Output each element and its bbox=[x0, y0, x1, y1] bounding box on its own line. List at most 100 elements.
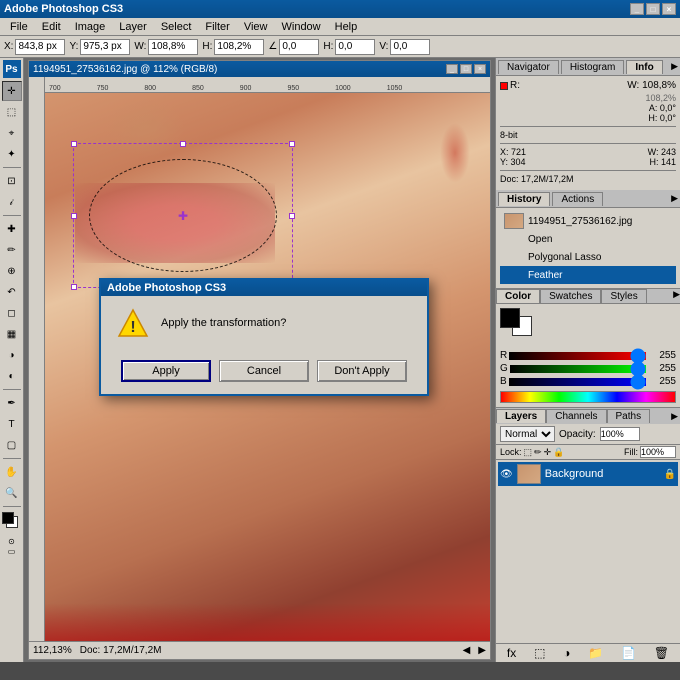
dont-apply-button[interactable]: Don't Apply bbox=[317, 360, 407, 382]
tab-history[interactable]: History bbox=[498, 192, 550, 206]
menu-filter[interactable]: Filter bbox=[199, 20, 235, 34]
handle-tl[interactable] bbox=[71, 141, 77, 147]
handle-mr[interactable] bbox=[289, 213, 295, 219]
tool-hand[interactable]: ✋ bbox=[2, 462, 22, 482]
handle-tr[interactable] bbox=[289, 141, 295, 147]
tool-gradient[interactable]: ▦ bbox=[2, 324, 22, 344]
tab-actions[interactable]: Actions bbox=[552, 192, 603, 206]
menu-select[interactable]: Select bbox=[155, 20, 198, 34]
lock-all-icon[interactable]: 🔒 bbox=[553, 447, 564, 458]
tool-pen[interactable]: ✒ bbox=[2, 393, 22, 413]
toolbar-separator-4 bbox=[3, 458, 21, 459]
menu-window[interactable]: Window bbox=[276, 20, 327, 34]
new-layer-btn[interactable]: 📄 bbox=[621, 646, 636, 660]
handle-tc[interactable] bbox=[180, 141, 186, 147]
layer-background[interactable]: 👁 Background 🔒 bbox=[498, 462, 678, 486]
delete-layer-btn[interactable]: 🗑 bbox=[654, 646, 669, 660]
v-input[interactable] bbox=[390, 39, 430, 55]
layers-panel-menu[interactable]: ▶ bbox=[669, 411, 680, 422]
angle-input[interactable] bbox=[279, 39, 319, 55]
menu-edit[interactable]: Edit bbox=[36, 20, 67, 34]
tab-swatches[interactable]: Swatches bbox=[540, 289, 601, 303]
layer-thumbnail bbox=[517, 464, 541, 484]
handle-bl[interactable] bbox=[71, 284, 77, 290]
tool-shape[interactable]: ▢ bbox=[2, 435, 22, 455]
new-fill-btn[interactable]: ◑ bbox=[563, 646, 570, 660]
minimize-button[interactable]: _ bbox=[630, 3, 644, 15]
history-item-open[interactable]: Open bbox=[500, 230, 676, 248]
tool-history-brush[interactable]: ↶ bbox=[2, 282, 22, 302]
history-item-file[interactable]: 1194951_27536162.jpg bbox=[500, 212, 676, 230]
tool-clone[interactable]: ⊕ bbox=[2, 261, 22, 281]
tab-paths[interactable]: Paths bbox=[607, 409, 651, 423]
lock-position-icon[interactable]: ✛ bbox=[544, 447, 552, 458]
close-button[interactable]: × bbox=[662, 3, 676, 15]
tab-navigator[interactable]: Navigator bbox=[498, 60, 559, 74]
doc-minimize[interactable]: _ bbox=[446, 64, 458, 74]
quick-mask-btn[interactable]: ⊙ bbox=[8, 537, 15, 546]
scroll-btn-right[interactable]: ▶ bbox=[478, 645, 486, 656]
blend-mode-select[interactable]: Normal bbox=[500, 426, 555, 442]
w-input[interactable] bbox=[148, 39, 198, 55]
handle-ml[interactable] bbox=[71, 213, 77, 219]
tool-heal[interactable]: ✚ bbox=[2, 219, 22, 239]
tool-crop[interactable]: ⊡ bbox=[2, 171, 22, 191]
tab-channels[interactable]: Channels bbox=[546, 409, 606, 423]
r-slider[interactable] bbox=[509, 352, 646, 360]
x-input[interactable] bbox=[15, 39, 65, 55]
fg-bg-swatches[interactable] bbox=[500, 308, 550, 344]
info-sep-1 bbox=[500, 126, 676, 127]
tool-eyedropper[interactable]: 𝒾 bbox=[2, 192, 22, 212]
menu-layer[interactable]: Layer bbox=[113, 20, 153, 34]
h2-input[interactable] bbox=[335, 39, 375, 55]
menu-image[interactable]: Image bbox=[69, 20, 112, 34]
tool-dodge[interactable]: ◐ bbox=[2, 366, 22, 386]
new-group-btn[interactable]: 📁 bbox=[588, 646, 603, 660]
history-label-lasso: Polygonal Lasso bbox=[528, 252, 601, 263]
cancel-button[interactable]: Cancel bbox=[219, 360, 309, 382]
history-item-lasso[interactable]: Polygonal Lasso bbox=[500, 248, 676, 266]
tool-text[interactable]: T bbox=[2, 414, 22, 434]
info-w-group: W: 243 bbox=[648, 147, 676, 157]
scroll-btn-left[interactable]: ◀ bbox=[463, 645, 471, 656]
tab-info[interactable]: Info bbox=[626, 60, 662, 74]
g-slider[interactable] bbox=[510, 365, 646, 373]
doc-close[interactable]: × bbox=[474, 64, 486, 74]
doc-maximize[interactable]: □ bbox=[460, 64, 472, 74]
screen-mode-btn[interactable]: ▭ bbox=[8, 547, 16, 556]
maximize-button[interactable]: □ bbox=[646, 3, 660, 15]
tab-styles[interactable]: Styles bbox=[601, 289, 646, 303]
layer-eye-icon[interactable]: 👁 bbox=[500, 469, 513, 480]
lock-transparent-icon[interactable]: ⬚ bbox=[524, 447, 533, 458]
tab-color[interactable]: Color bbox=[496, 289, 540, 303]
menu-view[interactable]: View bbox=[238, 20, 274, 34]
add-mask-btn[interactable]: ⬚ bbox=[534, 646, 545, 660]
lock-image-icon[interactable]: ✏ bbox=[534, 447, 542, 458]
history-panel-menu[interactable]: ▶ bbox=[671, 193, 678, 204]
y-input[interactable] bbox=[80, 39, 130, 55]
color-panel-menu[interactable]: ▶ bbox=[673, 289, 680, 303]
opacity-input[interactable] bbox=[600, 427, 640, 441]
tool-move[interactable]: ✛ bbox=[2, 81, 22, 101]
h-input[interactable] bbox=[214, 39, 264, 55]
apply-button[interactable]: Apply bbox=[121, 360, 211, 382]
tool-zoom[interactable]: 🔍 bbox=[2, 483, 22, 503]
menu-help[interactable]: Help bbox=[329, 20, 364, 34]
b-slider-value: 255 bbox=[648, 376, 676, 387]
menu-file[interactable]: File bbox=[4, 20, 34, 34]
tool-blur[interactable]: ◑ bbox=[2, 345, 22, 365]
b-slider[interactable] bbox=[509, 378, 646, 386]
add-style-btn[interactable]: fx bbox=[507, 646, 516, 660]
tool-eraser[interactable]: ◻ bbox=[2, 303, 22, 323]
tool-brush[interactable]: ✏ bbox=[2, 240, 22, 260]
history-item-feather[interactable]: Feather bbox=[500, 266, 676, 284]
fill-input[interactable] bbox=[640, 446, 676, 458]
tool-magic-wand[interactable]: ✦ bbox=[2, 144, 22, 164]
color-spectrum[interactable] bbox=[500, 391, 676, 403]
color-swatches[interactable] bbox=[2, 512, 22, 536]
tool-lasso[interactable]: ⌖ bbox=[2, 123, 22, 143]
tab-layers[interactable]: Layers bbox=[496, 409, 546, 423]
tool-marquee[interactable]: ⬚ bbox=[2, 102, 22, 122]
panel-menu-btn[interactable]: ▶ bbox=[671, 61, 678, 72]
tab-histogram[interactable]: Histogram bbox=[561, 60, 625, 74]
